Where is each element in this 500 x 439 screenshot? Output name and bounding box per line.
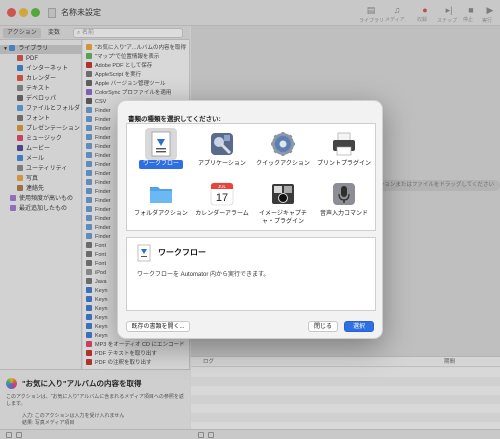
folder-icon (150, 187, 172, 203)
type-label: イメージキャプチ ャ・プラグイン (259, 211, 307, 225)
calendar-day: 17 (216, 192, 228, 204)
dialog-prompt: 書類の種類を選択してください: (128, 116, 221, 123)
open-existing-document-button[interactable]: 既存の書類を開く... (126, 321, 190, 332)
type-calendar-alarm[interactable]: JUL 17 カレンダーアラーム (192, 178, 252, 228)
type-dictation-command[interactable]: 音声入力コマンド (314, 178, 374, 228)
type-label: 音声入力コマンド (319, 211, 368, 217)
application-icon (211, 133, 233, 155)
automator-window: 名称未設定 ▤ ライブラリ ♫ メディア ● 収録 ▸| ステップ ■ 停止 ▶ 実行 アク… (0, 0, 500, 439)
type-folder-action[interactable]: フォルダアクション (131, 178, 191, 228)
type-label: アプリケーション (198, 161, 246, 167)
type-print-plugin[interactable]: プリントプラグイン (314, 128, 374, 178)
workflow-icon (137, 244, 151, 262)
type-application[interactable]: アプリケーション (192, 128, 252, 178)
type-info-panel: ワークフロー ワークフローを Automator 内から実行できます。 (126, 237, 376, 311)
document-type-grid: ワークフロー アプリケーション クイックアクション プリントプラグイン フォルダ… (126, 123, 376, 231)
image-capture-icon (272, 184, 294, 204)
type-label: フォルダアクション (134, 211, 188, 217)
type-image-capture-plugin[interactable]: イメージキャプチ ャ・プラグイン (253, 178, 313, 228)
quick-action-gear-icon (271, 132, 295, 156)
type-workflow[interactable]: ワークフロー (131, 128, 191, 178)
close-button[interactable]: 閉じる (308, 321, 338, 332)
info-title: ワークフロー (158, 248, 206, 257)
workflow-icon (151, 131, 171, 157)
select-button[interactable]: 選択 (344, 321, 374, 332)
info-description: ワークフローを Automator 内から実行できます。 (137, 272, 270, 278)
new-document-dialog: 書類の種類を選択してください: ワークフロー アプリケーション クイックアクショ… (117, 100, 383, 339)
type-label: カレンダーアラーム (195, 211, 249, 217)
type-label: ワークフロー (139, 160, 183, 169)
microphone-icon (333, 183, 355, 205)
printer-icon (333, 132, 355, 156)
type-quick-action[interactable]: クイックアクション (253, 128, 313, 178)
type-label: クイックアクション (256, 161, 310, 167)
calendar-month: JUL (218, 184, 226, 189)
calendar-icon: JUL 17 (210, 182, 234, 206)
type-label: プリントプラグイン (316, 161, 371, 167)
